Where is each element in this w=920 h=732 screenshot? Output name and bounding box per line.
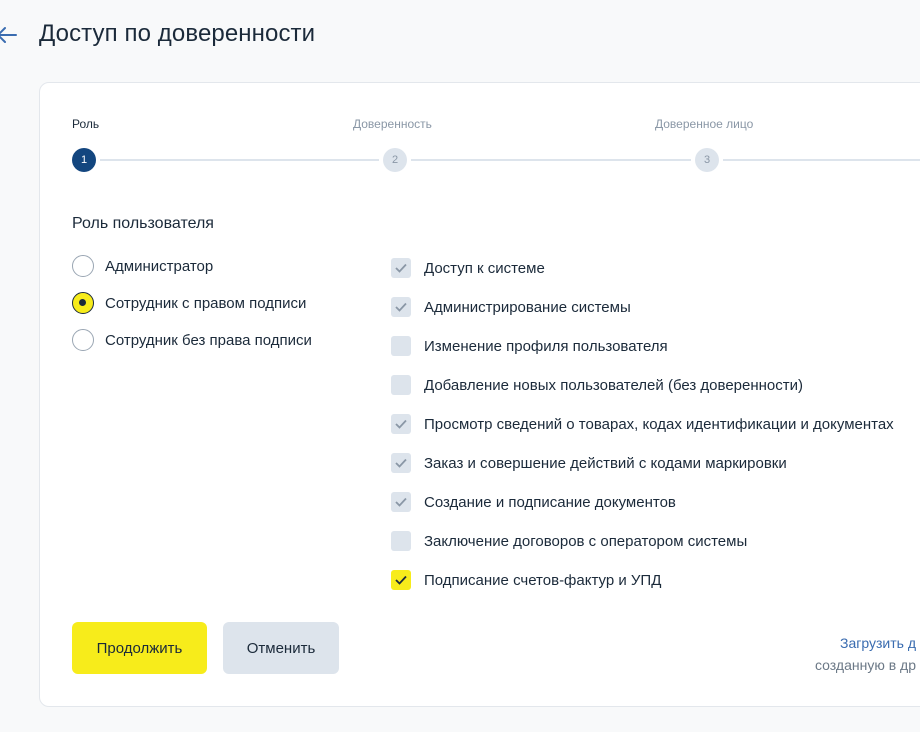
step-label-trusted-person: Доверенное лицо	[655, 117, 754, 131]
wizard-card: Роль Доверенность Доверенное лицо 1 2 3 …	[39, 82, 920, 707]
step-circle-2[interactable]: 2	[383, 148, 407, 172]
step-connector	[100, 159, 379, 161]
permission-create-sign-docs[interactable]: Создание и подписание документов	[391, 492, 676, 512]
checkbox-label: Просмотр сведений о товарах, кодах идент…	[424, 415, 894, 433]
check-icon	[395, 575, 407, 585]
checkbox[interactable]	[391, 453, 411, 473]
checkbox[interactable]	[391, 492, 411, 512]
permission-marking-codes[interactable]: Заказ и совершение действий с кодами мар…	[391, 453, 787, 473]
role-section-title: Роль пользователя	[72, 215, 214, 232]
checkbox-label: Создание и подписание документов	[424, 493, 676, 511]
check-icon	[395, 419, 407, 429]
checkbox-label: Добавление новых пользователей (без дове…	[424, 376, 803, 394]
step-connector	[411, 159, 691, 161]
checkbox[interactable]	[391, 297, 411, 317]
radio-button[interactable]	[72, 292, 94, 314]
checkbox-label: Заказ и совершение действий с кодами мар…	[424, 454, 787, 472]
permission-view-goods-info[interactable]: Просмотр сведений о товарах, кодах идент…	[391, 414, 894, 434]
permission-edit-profile[interactable]: Изменение профиля пользователя	[391, 336, 668, 356]
checkbox[interactable]	[391, 375, 411, 395]
checkbox-label: Доступ к системе	[424, 259, 545, 277]
radio-label: Сотрудник с правом подписи	[105, 294, 307, 312]
step-label-power-of-attorney: Доверенность	[353, 117, 432, 131]
checkbox[interactable]	[391, 414, 411, 434]
step-connector	[723, 159, 920, 161]
checkbox[interactable]	[391, 570, 411, 590]
page-title: Доступ по доверенности	[39, 20, 316, 47]
step-circle-3[interactable]: 3	[695, 148, 719, 172]
permission-add-users[interactable]: Добавление новых пользователей (без дове…	[391, 375, 803, 395]
permission-contracts[interactable]: Заключение договоров с оператором систем…	[391, 531, 747, 551]
check-icon	[395, 497, 407, 507]
radio-button[interactable]	[72, 329, 94, 351]
permission-system-access[interactable]: Доступ к системе	[391, 258, 545, 278]
upload-subtext: созданную в др	[815, 657, 916, 673]
cancel-button[interactable]: Отменить	[223, 622, 339, 674]
radio-label: Сотрудник без права подписи	[105, 331, 312, 349]
upload-link[interactable]: Загрузить д	[840, 635, 916, 651]
step-label-role: Роль	[72, 117, 100, 131]
checkbox-label: Подписание счетов-фактур и УПД	[424, 571, 662, 589]
permission-sign-invoices[interactable]: Подписание счетов-фактур и УПД	[391, 570, 661, 590]
check-icon	[395, 302, 407, 312]
check-icon	[395, 458, 407, 468]
checkbox[interactable]	[391, 336, 411, 356]
radio-employee-with-signature[interactable]: Сотрудник с правом подписи	[72, 292, 306, 314]
checkbox[interactable]	[391, 531, 411, 551]
step-circle-1[interactable]: 1	[72, 148, 96, 172]
radio-employee-without-signature[interactable]: Сотрудник без права подписи	[72, 329, 312, 351]
continue-button[interactable]: Продолжить	[72, 622, 207, 674]
checkbox[interactable]	[391, 258, 411, 278]
checkbox-label: Изменение профиля пользователя	[424, 337, 668, 355]
checkbox-label: Администрирование системы	[424, 298, 631, 316]
radio-button[interactable]	[72, 255, 94, 277]
checkbox-label: Заключение договоров с оператором систем…	[424, 532, 748, 550]
radio-administrator[interactable]: Администратор	[72, 255, 213, 277]
permission-system-admin[interactable]: Администрирование системы	[391, 297, 631, 317]
back-arrow-icon[interactable]	[0, 24, 18, 46]
check-icon	[395, 263, 407, 273]
radio-label: Администратор	[105, 257, 214, 275]
